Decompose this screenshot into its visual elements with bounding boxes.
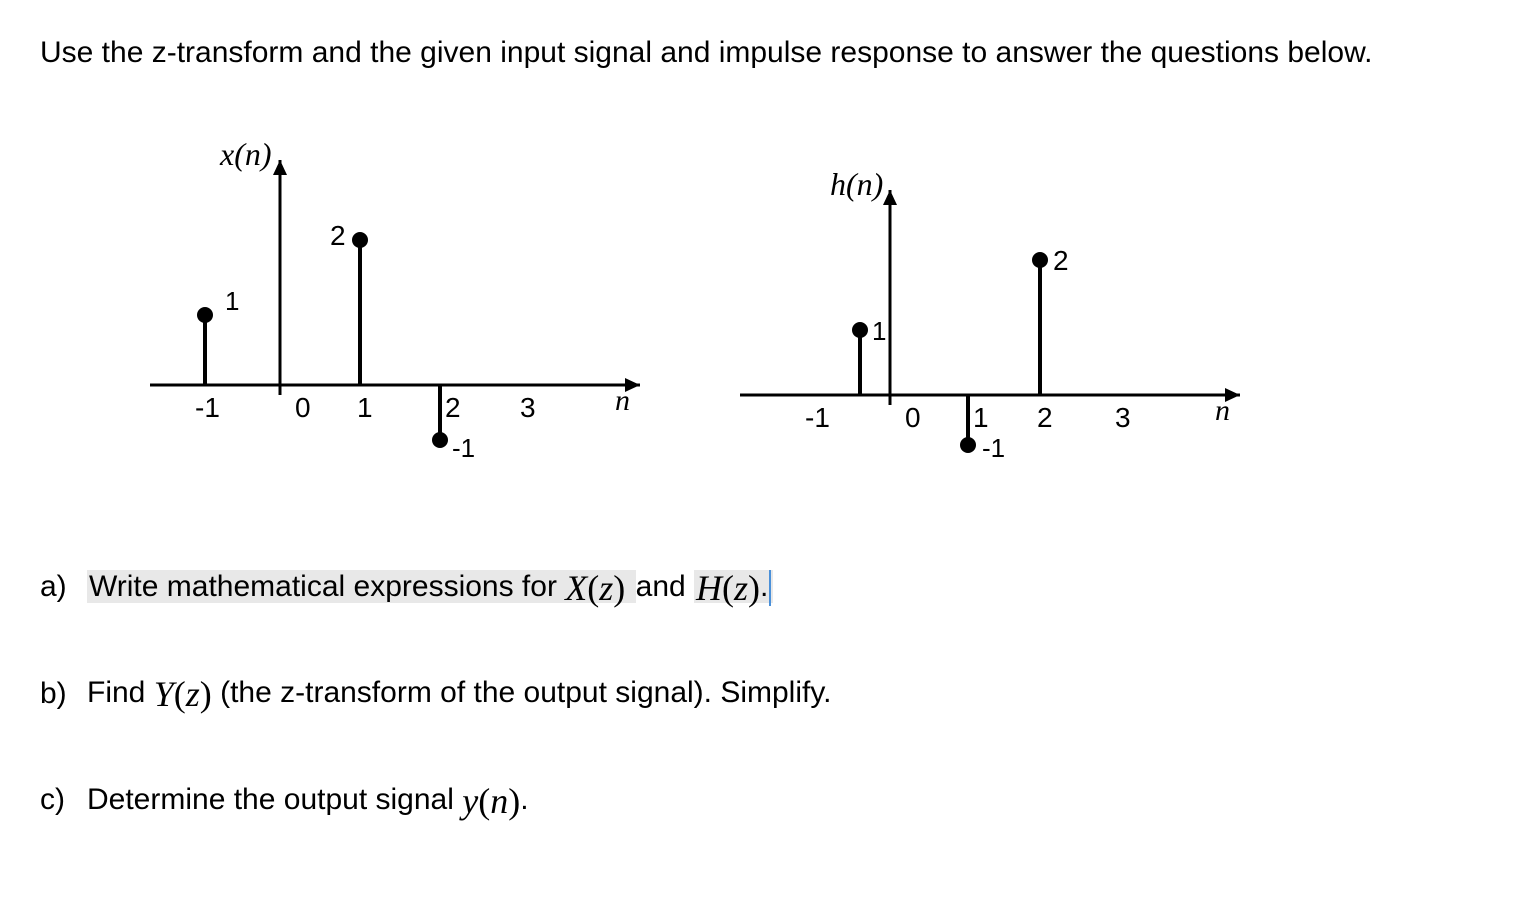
tick-3: 3 (1115, 402, 1131, 433)
math-yn: y(n) (462, 781, 520, 821)
question-a-text-after: . (760, 570, 768, 603)
tick-2: 2 (445, 392, 461, 423)
question-b-label: b) (40, 658, 75, 730)
question-b: b) Find Y(z) (the z-transform of the out… (40, 651, 1480, 737)
plot-xn-ylabel: x(n) (219, 136, 272, 172)
plot-hn-xlabel: n (1215, 394, 1230, 427)
tick-0: 0 (905, 402, 921, 433)
value-label: -1 (982, 433, 1005, 463)
tick-3: 3 (520, 392, 536, 423)
plot-hn: h(n) n -1 0 1 2 3 1 -1 2 (720, 135, 1280, 475)
question-c: c) Determine the output signal y(n). (40, 758, 1480, 844)
value-label: -1 (452, 433, 475, 463)
question-a-text-middle: and (636, 570, 694, 603)
question-a-text-before: Write mathematical expressions for (89, 570, 565, 603)
question-a: a) Write mathematical expressions for X(… (40, 545, 1480, 631)
intro-text: Use the z-transform and the given input … (40, 30, 1480, 75)
plot-hn-ylabel: h(n) (830, 166, 883, 202)
question-b-text-before: Find (87, 677, 154, 710)
value-label: 1 (225, 286, 239, 316)
tick-1: 1 (973, 402, 989, 433)
value-label: 2 (330, 220, 346, 251)
question-a-label: a) (40, 551, 75, 623)
value-label: 2 (1053, 245, 1069, 276)
question-a-highlight-2: H(z). (694, 570, 773, 603)
text-cursor (769, 570, 771, 606)
tick-neg1: -1 (805, 402, 830, 433)
question-c-text-before: Determine the output signal (87, 783, 462, 816)
question-a-highlight: Write mathematical expressions for X(z) (87, 570, 636, 603)
questions-list: a) Write mathematical expressions for X(… (40, 545, 1480, 844)
question-b-text-after: (the z-transform of the output signal). … (220, 677, 831, 710)
tick-neg1: -1 (195, 392, 220, 423)
question-c-text-after: . (520, 783, 528, 816)
question-c-label: c) (40, 764, 75, 836)
plot-xn: x(n) n -1 0 1 2 3 1 2 -1 (120, 135, 680, 475)
math-xz: X(z) (565, 568, 625, 608)
math-hz: H(z) (696, 568, 760, 608)
tick-2: 2 (1037, 402, 1053, 433)
plots-container: x(n) n -1 0 1 2 3 1 2 -1 (120, 135, 1480, 475)
plot-xn-xlabel: n (615, 384, 630, 417)
tick-1: 1 (357, 392, 373, 423)
value-label: 1 (872, 316, 886, 346)
tick-0: 0 (295, 392, 311, 423)
math-yz: Y(z) (154, 674, 212, 714)
